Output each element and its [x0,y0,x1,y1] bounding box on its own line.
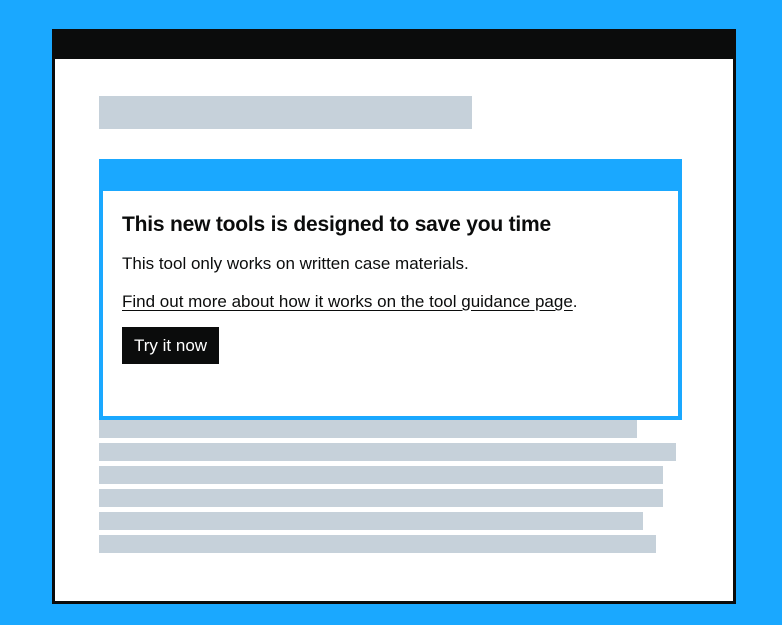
text-placeholder-line [99,535,656,553]
banner-body-text: This tool only works on written case mat… [122,254,469,273]
banner-title: This new tools is designed to save you t… [122,213,551,236]
window-title-bar [55,32,733,59]
text-placeholder-line [99,466,663,484]
notification-banner: This new tools is designed to save you t… [99,159,682,420]
text-placeholder-line [99,420,637,438]
heading-placeholder [99,96,472,129]
tool-guidance-link[interactable]: Find out more about how it works on the … [122,292,573,311]
text-placeholder-line [99,512,643,530]
try-it-now-button[interactable]: Try it now [122,327,220,364]
browser-window: This new tools is designed to save you t… [52,29,736,604]
text-placeholder-line [99,443,676,461]
link-suffix: . [572,292,578,311]
text-placeholder-line [99,489,663,507]
banner-link-line: Find out more about how it works on the … [122,292,578,312]
